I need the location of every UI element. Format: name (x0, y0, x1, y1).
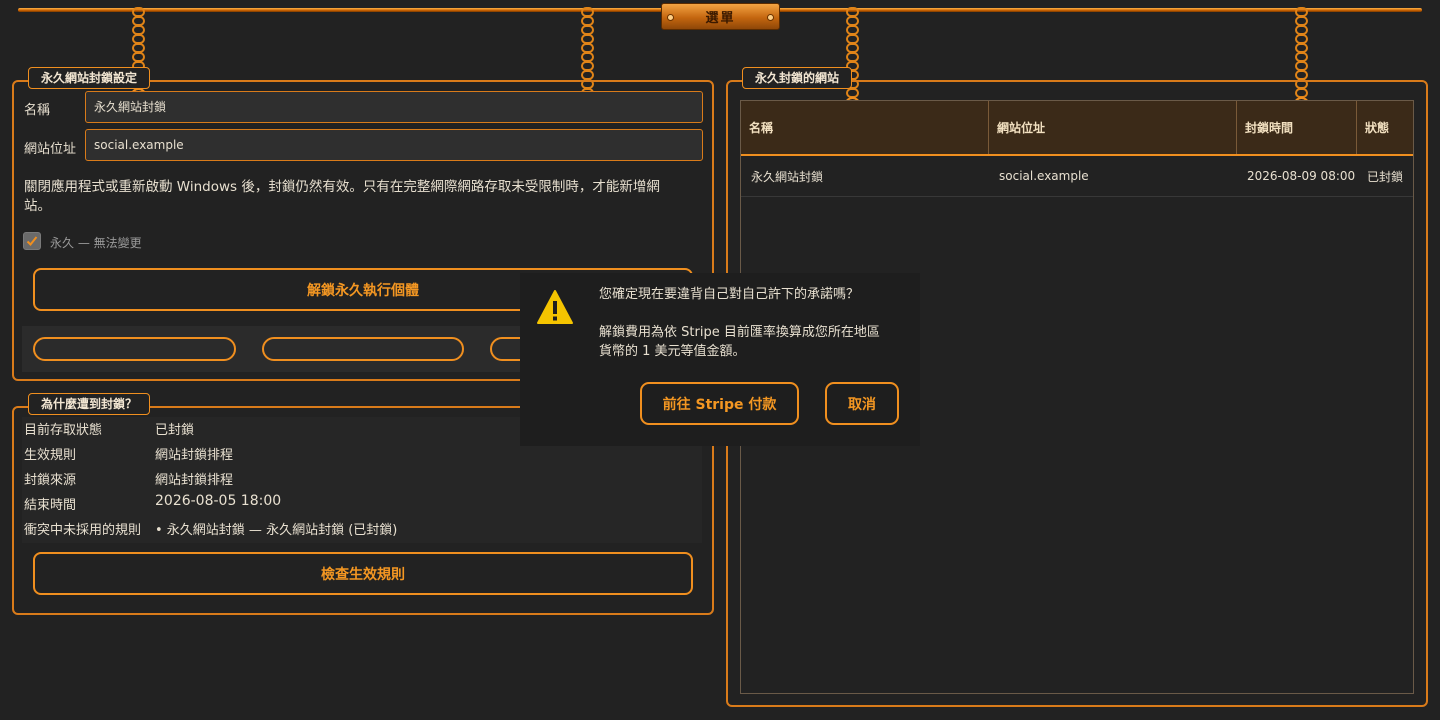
check-effective-rules-button[interactable]: 檢查生效規則 (33, 552, 693, 595)
detail-value: 2026-08-05 18:00 (155, 493, 282, 509)
column-header-name[interactable]: 名稱 (741, 101, 989, 154)
warning-icon (537, 290, 573, 324)
permanent-checkbox[interactable] (23, 232, 41, 250)
name-input[interactable]: 永久網站封鎖 (85, 91, 703, 123)
detail-value: 網站封鎖排程 (155, 473, 234, 488)
action-button[interactable] (262, 337, 464, 361)
info-text-line: 關閉應用程式或重新啟動 Windows 後，封鎖仍然有效。只有在完整網際網路存取… (24, 179, 660, 195)
table-row[interactable]: 永久網站封鎖 social.example 2026-08-09 08:00 已… (741, 156, 1413, 197)
permanent-block-settings-title: 永久網站封鎖設定 (28, 67, 151, 89)
action-button[interactable] (33, 337, 236, 361)
dialog-detail-line: 貨幣的 1 美元等值金額。 (599, 344, 746, 359)
why-blocked-title: 為什麼遭到封鎖？ (28, 393, 151, 415)
confirm-dialog: 您確定現在要違背自己對自己許下的承諾嗎？ 解鎖費用為依 Stripe 目前匯率換… (520, 273, 920, 446)
cell-status: 已封鎖 (1367, 169, 1404, 184)
detail-value: 已封鎖 (155, 423, 195, 438)
name-label: 名稱 (24, 103, 51, 118)
menu-button[interactable]: 選單 (661, 3, 780, 30)
nail-icon (667, 14, 674, 21)
dialog-detail-line: 解鎖費用為依 Stripe 目前匯率換算成您所在地區 (599, 325, 880, 340)
column-header-time[interactable]: 封鎖時間 (1237, 101, 1357, 154)
detail-key: 衝突中未採用的規則 (24, 523, 142, 538)
column-header-status[interactable]: 狀態 (1357, 101, 1413, 154)
dialog-detail: 解鎖費用為依 Stripe 目前匯率換算成您所在地區 貨幣的 1 美元等值金額。 (599, 323, 880, 361)
column-header-url[interactable]: 網站位址 (989, 101, 1237, 154)
detail-key: 結束時間 (24, 498, 77, 513)
table-header: 名稱 網站位址 封鎖時間 狀態 (741, 101, 1413, 156)
cell-url: social.example (999, 169, 1089, 183)
url-label: 網站位址 (24, 142, 77, 157)
detail-value: • 永久網站封鎖 — 永久網站封鎖 (已封鎖) (155, 523, 398, 538)
detail-key: 目前存取狀態 (24, 423, 103, 438)
detail-key: 封鎖來源 (24, 473, 77, 488)
cell-time: 2026-08-09 08:00 (1247, 169, 1356, 183)
info-text: 關閉應用程式或重新啟動 Windows 後，封鎖仍然有效。只有在完整網際網路存取… (24, 178, 694, 216)
menu-button-label: 選單 (705, 11, 736, 26)
permanent-checkbox-label: 永久 — 無法變更 (50, 236, 142, 250)
nail-icon (767, 14, 774, 21)
url-input[interactable]: social.example (85, 129, 703, 161)
check-icon (26, 236, 38, 246)
dialog-question: 您確定現在要違背自己對自己許下的承諾嗎？ (599, 287, 860, 302)
cancel-button[interactable]: 取消 (825, 382, 899, 425)
cell-name: 永久網站封鎖 (751, 169, 824, 184)
detail-key: 生效規則 (24, 448, 77, 463)
detail-value: 網站封鎖排程 (155, 448, 234, 463)
permanent-sites-title: 永久封鎖的網站 (742, 67, 853, 89)
info-text-line: 站。 (24, 198, 51, 214)
pay-stripe-button[interactable]: 前往 Stripe 付款 (640, 382, 799, 425)
